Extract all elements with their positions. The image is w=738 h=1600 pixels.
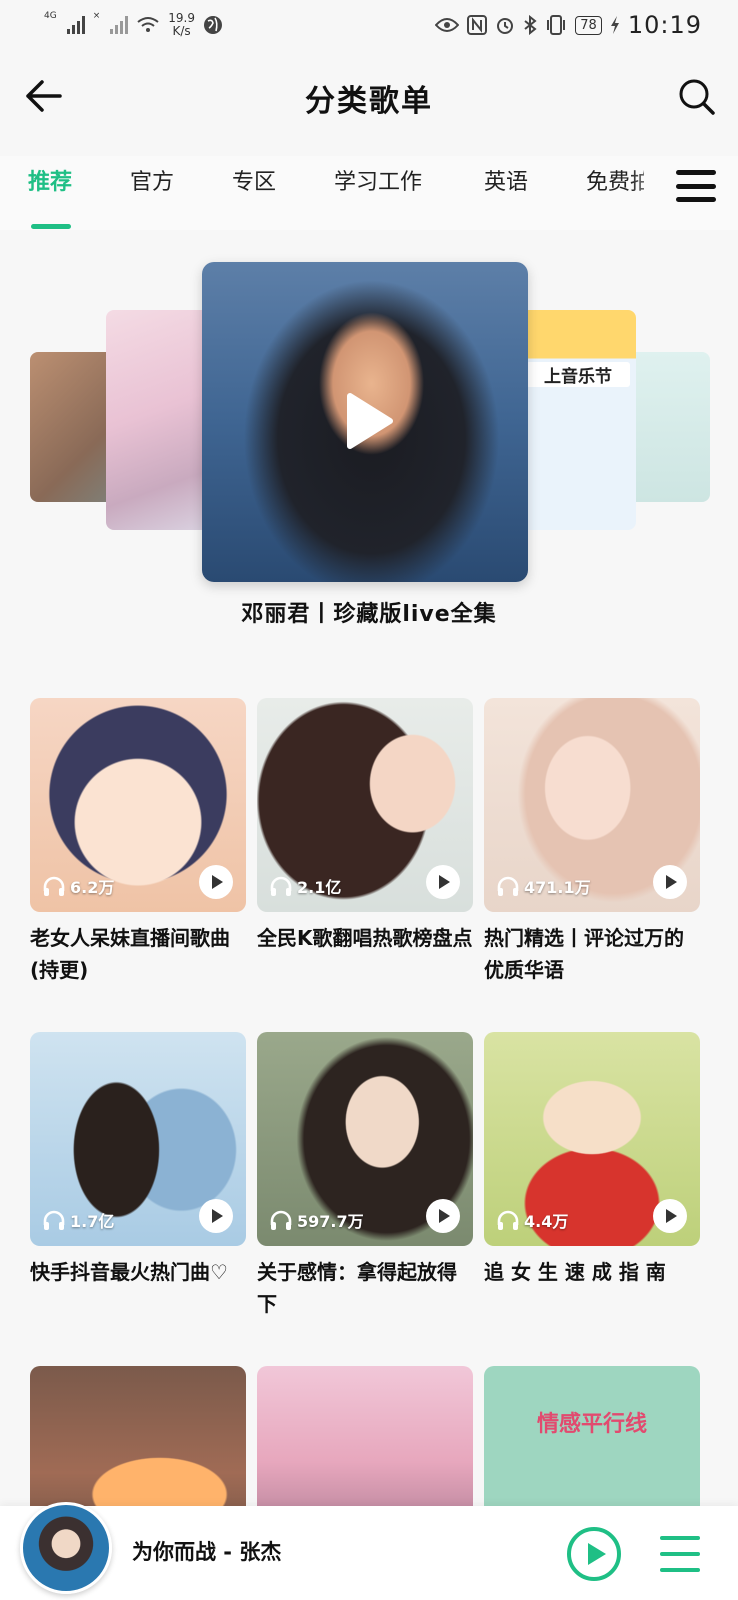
playlist-title[interactable]: 关于感情：拿得起放得下 [257,1256,473,1320]
play-count-value: 4.4万 [524,1212,569,1231]
status-right: 78 10:19 [435,11,702,39]
play-icon[interactable] [198,864,234,900]
tab-recommended[interactable]: 推荐 [28,164,72,196]
tab-zones[interactable]: 专区 [232,164,276,196]
speed-unit: K/s [172,24,191,38]
bluetooth-icon [524,15,537,35]
app-header: 分类歌单 [0,56,738,136]
headphones-icon [497,876,519,896]
play-icon[interactable] [198,1198,234,1234]
charging-icon [610,16,619,34]
play-count: 1.7亿 [42,1208,114,1232]
play-icon[interactable] [425,1198,461,1234]
speed-value: 19.9 [168,11,195,25]
playlist-title[interactable]: 老女人呆妹直播间歌曲(持更) [30,922,246,986]
alarm-icon [497,18,514,34]
headphones-icon [43,1210,65,1230]
play-count-value: 1.7亿 [70,1212,115,1231]
playlist-cover[interactable]: 1.7亿 [30,1032,246,1246]
playlist-title[interactable]: 快手抖音最火热门曲♡ [30,1256,246,1288]
headphones-icon [497,1210,519,1230]
playlist-card[interactable]: 4.4万 追 女 生 速 成 指 南 [484,1032,700,1288]
play-count: 597.7万 [269,1208,364,1232]
clock: 10:19 [627,11,702,39]
tab-study-work[interactable]: 学习工作 [334,164,422,196]
headphones-icon [270,876,292,896]
globe-icon [203,16,222,34]
hamburger-menu-icon[interactable] [676,166,716,206]
play-count-value: 2.1亿 [297,878,342,897]
playlist-cover[interactable]: 4.4万 [484,1032,700,1246]
playlist-card[interactable]: 597.7万 关于感情：拿得起放得下 [257,1032,473,1320]
now-playing-title[interactable]: 为你而战 - 张杰 [132,1536,281,1566]
playlist-card[interactable]: 6.2万 老女人呆妹直播间歌曲(持更) [30,698,246,986]
playlist-card[interactable]: 471.1万 热门精选丨评论过万的优质华语 [484,698,700,986]
signal-strength-2-icon [110,16,129,34]
play-count-value: 6.2万 [70,878,115,897]
play-icon[interactable] [334,388,400,454]
play-count-value: 597.7万 [297,1212,364,1231]
play-icon[interactable] [425,864,461,900]
playlist-title[interactable]: 追 女 生 速 成 指 南 [484,1256,700,1288]
vibrate-icon [547,15,566,35]
playlist-card[interactable]: 2.1亿 全民K歌翻唱热歌榜盘点 [257,698,473,954]
play-count: 4.4万 [496,1208,568,1232]
mini-player[interactable]: 为你而战 - 张杰 [0,1502,738,1600]
network-speed: 19.9 K/s [168,12,195,38]
wifi-icon [137,17,159,32]
eye-icon [435,18,460,32]
headphones-icon [270,1210,292,1230]
playlist-card[interactable]: 1.7亿 快手抖音最火热门曲♡ [30,1032,246,1288]
playlist-title[interactable]: 全民K歌翻唱热歌榜盘点 [257,922,473,954]
playlist-title[interactable]: 热门精选丨评论过万的优质华语 [484,922,700,986]
signal-strength-icon [66,16,85,34]
play-count-value: 471.1万 [524,878,591,897]
festival-banner-text: 上音乐节 [526,362,630,387]
carousel-item-right[interactable]: 上音乐节 [520,310,636,530]
playlist-cover[interactable]: 597.7万 [257,1032,473,1246]
tab-active-indicator [31,224,71,229]
network-type-label: 4G [44,11,57,21]
status-left: 4G × 19.9 K/s [44,12,223,38]
featured-caption[interactable]: 邓丽君丨珍藏版live全集 [0,596,738,628]
carousel-item-featured[interactable] [202,262,528,582]
featured-carousel: 上音乐节 邓丽君丨珍藏版live全集 [0,232,738,652]
playlist-cover[interactable]: 471.1万 [484,698,700,912]
play-icon[interactable] [652,864,688,900]
page-title: 分类歌单 [305,84,433,119]
headphones-icon [43,876,65,896]
play-count: 2.1亿 [269,874,341,898]
play-pause-icon[interactable] [566,1526,622,1582]
cover-title-text: 情感平行线 [536,1412,647,1437]
search-icon[interactable] [674,74,718,118]
category-tabs: 推荐 官方 专区 学习工作 英语 免费拍 [0,156,738,230]
playlist-cover[interactable]: 2.1亿 [257,698,473,912]
album-art[interactable] [20,1502,112,1594]
play-icon[interactable] [652,1198,688,1234]
status-bar: 4G × 19.9 K/s 78 10:19 [0,0,738,50]
play-count: 6.2万 [42,874,114,898]
tabs-fade-edge [630,156,670,216]
play-count: 471.1万 [496,874,591,898]
playlist-icon[interactable] [660,1536,700,1572]
battery-level: 78 [575,15,602,35]
no-signal-label: × [92,11,101,21]
tab-english[interactable]: 英语 [484,164,528,196]
playlist-cover[interactable]: 6.2万 [30,698,246,912]
tab-official[interactable]: 官方 [130,164,174,196]
nfc-icon [467,15,488,35]
